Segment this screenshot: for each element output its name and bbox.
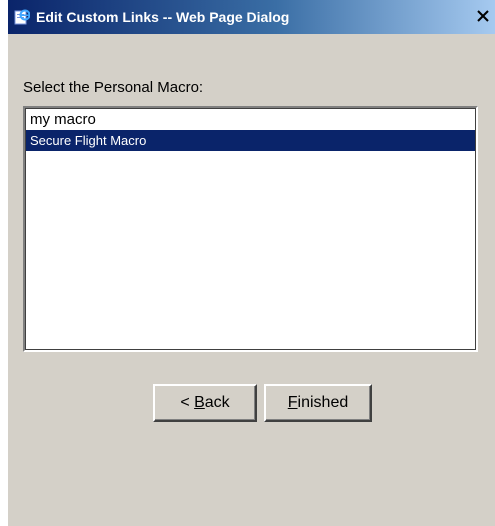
title-bar[interactable]: Edit Custom Links -- Web Page Dialog <box>8 0 495 34</box>
macro-item-my-macro[interactable]: my macro <box>26 109 475 130</box>
finished-button[interactable]: Finished <box>264 384 372 422</box>
back-button-label: < Back <box>180 394 230 411</box>
macro-prompt-label: Select the Personal Macro: <box>23 79 204 96</box>
finished-button-label: Finished <box>287 394 349 411</box>
window-title: Edit Custom Links -- Web Page Dialog <box>36 9 290 25</box>
macro-item-secure-flight[interactable]: Secure Flight Macro <box>26 130 475 151</box>
macro-listbox[interactable]: my macro Secure Flight Macro <box>23 106 478 352</box>
close-button[interactable] <box>471 3 495 29</box>
ie-page-icon <box>14 9 31 25</box>
close-icon <box>477 10 489 22</box>
back-button[interactable]: < Back <box>153 384 257 422</box>
dialog-window: Edit Custom Links -- Web Page Dialog Sel… <box>8 0 495 526</box>
